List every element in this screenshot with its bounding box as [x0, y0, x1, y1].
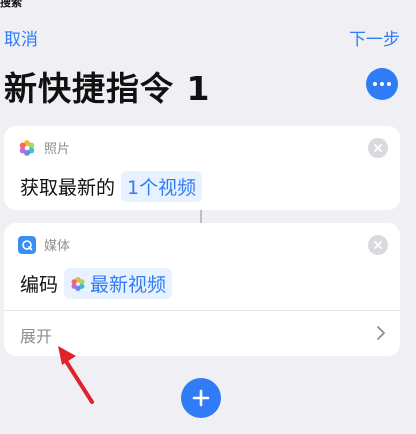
action-label: 编码 — [20, 274, 59, 296]
token-label: 1个视频 — [127, 177, 197, 199]
card-header: 照片 — [18, 138, 70, 157]
media-glyph-icon — [22, 239, 33, 250]
action-card-encode-media[interactable]: 媒体 编码 最新视频 展开 — [4, 223, 400, 356]
count-parameter-token[interactable]: 1个视频 — [121, 171, 203, 202]
card-app-label: 媒体 — [44, 239, 71, 254]
next-button[interactable]: 下一步 — [349, 25, 400, 50]
photos-app-icon — [71, 276, 85, 291]
plus-icon — [192, 389, 210, 407]
action-label: 获取最新的 — [20, 177, 116, 199]
close-icon — [374, 241, 382, 249]
token-label: 最新视频 — [90, 274, 167, 296]
dot-icon — [380, 82, 384, 86]
add-action-button[interactable] — [181, 378, 221, 418]
action-card-get-latest-videos[interactable]: 照片 获取最新的 1个视频 — [4, 126, 400, 210]
close-icon — [374, 144, 382, 152]
photos-app-icon — [19, 139, 35, 156]
status-bar-back-label[interactable]: 搜索 — [0, 0, 22, 10]
card-app-label: 照片 — [44, 142, 71, 157]
action-text: 编码 最新视频 — [20, 268, 173, 299]
media-app-icon — [18, 235, 36, 254]
action-text: 获取最新的 1个视频 — [20, 171, 203, 202]
cancel-button[interactable]: 取消 — [4, 25, 38, 50]
input-variable-token[interactable]: 最新视频 — [64, 268, 173, 299]
more-options-button[interactable] — [366, 68, 398, 100]
page-title[interactable]: 新快捷指令 1 — [4, 62, 210, 110]
remove-action-button[interactable] — [368, 235, 388, 255]
chevron-right-icon — [377, 326, 385, 340]
expand-button-label[interactable]: 展开 — [20, 323, 52, 347]
annotation-arrow-icon — [58, 346, 94, 404]
action-connector-line — [200, 210, 202, 223]
dot-icon — [373, 82, 377, 86]
dot-icon — [387, 82, 391, 86]
remove-action-button[interactable] — [368, 138, 388, 158]
card-header: 媒体 — [18, 235, 70, 254]
